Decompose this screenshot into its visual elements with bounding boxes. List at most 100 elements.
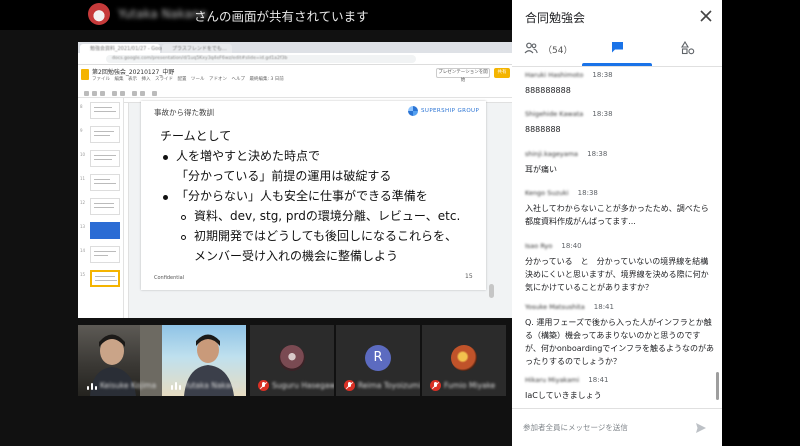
slides-logo-icon <box>81 69 89 80</box>
chat-icon <box>612 42 623 53</box>
message-text: 耳が痛い <box>525 165 557 174</box>
tab-chat[interactable] <box>582 38 652 64</box>
participant-name: Keisuke Kojima <box>100 381 157 390</box>
message-text: 8888888 <box>525 125 561 134</box>
canvas-scrollbar <box>489 284 494 298</box>
message-sender: Kengo Suzuki <box>525 188 569 197</box>
message-time: 18:41 <box>588 375 609 384</box>
message-sender: shinji.kageyama <box>525 149 579 158</box>
slide-thumbnail <box>90 150 120 167</box>
url-box: docs.google.com/presentation/d/1uq5Kxy3q… <box>106 55 416 63</box>
chat-message: Hikaru Miyakami 18:41 IaCしていきましょう <box>525 369 715 402</box>
toolbar-icon <box>100 91 105 96</box>
toolbar-icon <box>92 91 97 96</box>
browser-tab: プラスフレンドをでも… <box>162 44 232 53</box>
slide-page-number: 15 <box>465 273 473 280</box>
toolbar-icon <box>140 91 145 96</box>
participant-name: Fumio Miyake <box>444 381 496 390</box>
mic-off-icon <box>344 380 355 391</box>
meeting-stage: Yutaka Nakano さんの画面が共有されています 勉強会資料_2021/… <box>0 0 512 446</box>
participant-tile[interactable]: Suguru Hasegawa <box>250 325 334 396</box>
address-bar: docs.google.com/presentation/d/1uq5Kxy3q… <box>78 53 512 65</box>
bullet-dot <box>163 195 168 200</box>
chat-message-input[interactable] <box>523 419 688 435</box>
doc-menu-bar: ファイル 編集 表示 挿入 スライド 配置 ツール アドオン ヘルプ 最終編集:… <box>92 77 284 82</box>
message-time: 18:38 <box>587 149 608 158</box>
participant-avatar <box>279 345 305 371</box>
send-icon[interactable] <box>695 422 707 434</box>
close-panel-button[interactable] <box>698 8 714 24</box>
message-sender: Hikaru Miyakami <box>525 375 580 384</box>
participant-tile[interactable]: Yutaka Nakano <box>162 325 246 396</box>
message-time: 18:38 <box>592 109 613 118</box>
panel-title: 合同勉強会 <box>525 11 586 25</box>
participant-tile[interactable]: R Reima Toyoizumi <box>336 325 420 396</box>
browser-tab-title: プラスフレンドをでも… <box>172 46 227 52</box>
present-button: プレゼンテーションを開始 <box>436 68 490 83</box>
doc-toolbar <box>78 89 512 98</box>
participant-name: Reima Toyoizumi <box>358 381 420 390</box>
speaking-indicator-icon <box>86 382 97 390</box>
browser-tab-title: 勉強会資料_2021/01/27 - Google <box>90 46 169 52</box>
avatar-letter: R <box>373 350 383 365</box>
slide-text-line: 資料、dev, stg, prdの環境分離、レビュー、etc. <box>194 209 461 223</box>
current-slide: 事故から得た教訓 SUPERSHIP GROUP チームとして 人を増やすと決め… <box>141 101 486 290</box>
chat-message: Isao Ryo 18:40 分かっている と 分かっていないの境界線を結構決め… <box>525 235 715 294</box>
chat-message: shinji.kageyama 18:38 耳が痛い <box>525 143 715 176</box>
slide-text-line: 「分からない」人も安全に仕事ができる準備を <box>176 189 428 203</box>
chat-panel: 合同勉強会 （54） Haruki Hashimoto 18:38 888888… <box>512 0 722 446</box>
presenter-avatar <box>88 3 110 25</box>
chat-message: Kengo Suzuki 18:38 入社してわからないことが多かったため、調べ… <box>525 182 715 228</box>
slide-thumbnail <box>90 198 120 215</box>
share-banner: Yutaka Nakano さんの画面が共有されています <box>0 0 512 30</box>
bullet-dot <box>163 155 168 160</box>
share-doc-button: 共有 <box>494 68 510 78</box>
chat-scrollbar[interactable] <box>716 372 719 400</box>
shared-screen: 勉強会資料_2021/01/27 - Google プラスフレンドをでも… do… <box>78 42 512 318</box>
message-text: 分かっている と 分かっていないの境界線を結構決めにくいと思いますが、境界線を決… <box>525 257 709 292</box>
slides-header: 第2回勉強会_20210127_中野 ファイル 編集 表示 挿入 スライド 配置… <box>78 65 512 89</box>
tab-activities[interactable] <box>652 38 722 64</box>
slide-text-line: 「分かっている」前提の運用は破綻する <box>176 169 392 183</box>
message-sender: Shigehide Kawata <box>525 109 584 118</box>
message-text: Q. 運用フェーズで後から入った人がインフラとか触る（構築）機会ってあまりないの… <box>525 318 715 366</box>
participant-tile[interactable]: Fumio Miyake <box>422 325 506 396</box>
tab-people[interactable]: （54） <box>512 38 582 64</box>
slide-thumbnail <box>90 174 120 191</box>
message-time: 18:41 <box>593 302 614 311</box>
slide-thumbnails: 8 9 10 11 12 13 14 15 <box>78 98 124 318</box>
chat-message: Yosuke Matsushita 18:41 Q. 運用フェーズで後から入った… <box>525 296 715 368</box>
thumb-number: 13 <box>80 224 86 229</box>
mic-off-icon <box>430 380 441 391</box>
message-time: 18:40 <box>561 241 582 250</box>
activity-icon <box>681 41 695 55</box>
slide-canvas: 事故から得た教訓 SUPERSHIP GROUP チームとして 人を増やすと決め… <box>124 98 512 318</box>
people-icon <box>524 42 538 54</box>
thumb-number: 11 <box>80 176 86 181</box>
slide-thumbnail-current <box>90 270 120 287</box>
thumb-number: 8 <box>80 104 83 109</box>
thumb-number: 10 <box>80 152 86 157</box>
message-text: IaCしていきましょう <box>525 391 602 400</box>
doc-title: 第2回勉強会_20210127_中野 <box>92 69 175 76</box>
toolbar-icon <box>120 91 125 96</box>
slide-thumbnail <box>90 222 120 239</box>
people-count: （54） <box>543 46 573 56</box>
url-text: docs.google.com/presentation/d/1uq5Kxy3q… <box>112 56 288 61</box>
speaking-indicator-icon <box>170 382 181 390</box>
message-time: 18:38 <box>577 188 598 197</box>
slide-text-line: メンバー受け入れの機会に整備しよう <box>194 249 399 263</box>
share-banner-text: さんの画面が共有されています <box>194 9 369 24</box>
participant-name: Suguru Hasegawa <box>272 381 334 390</box>
ruler <box>124 103 129 318</box>
slide-thumbnail <box>90 126 120 143</box>
slide-heading: 事故から得た教訓 <box>154 108 214 117</box>
slide-thumbnail <box>90 102 120 119</box>
browser-tab: 勉強会資料_2021/01/27 - Google <box>80 44 169 53</box>
slide-footer: Confidential <box>154 275 185 281</box>
message-text: 888888888 <box>525 86 571 95</box>
message-time: 18:38 <box>592 70 613 79</box>
participant-tile[interactable]: Keisuke Kojima <box>78 325 162 396</box>
window-edge <box>722 0 800 446</box>
participant-avatar <box>451 345 477 371</box>
